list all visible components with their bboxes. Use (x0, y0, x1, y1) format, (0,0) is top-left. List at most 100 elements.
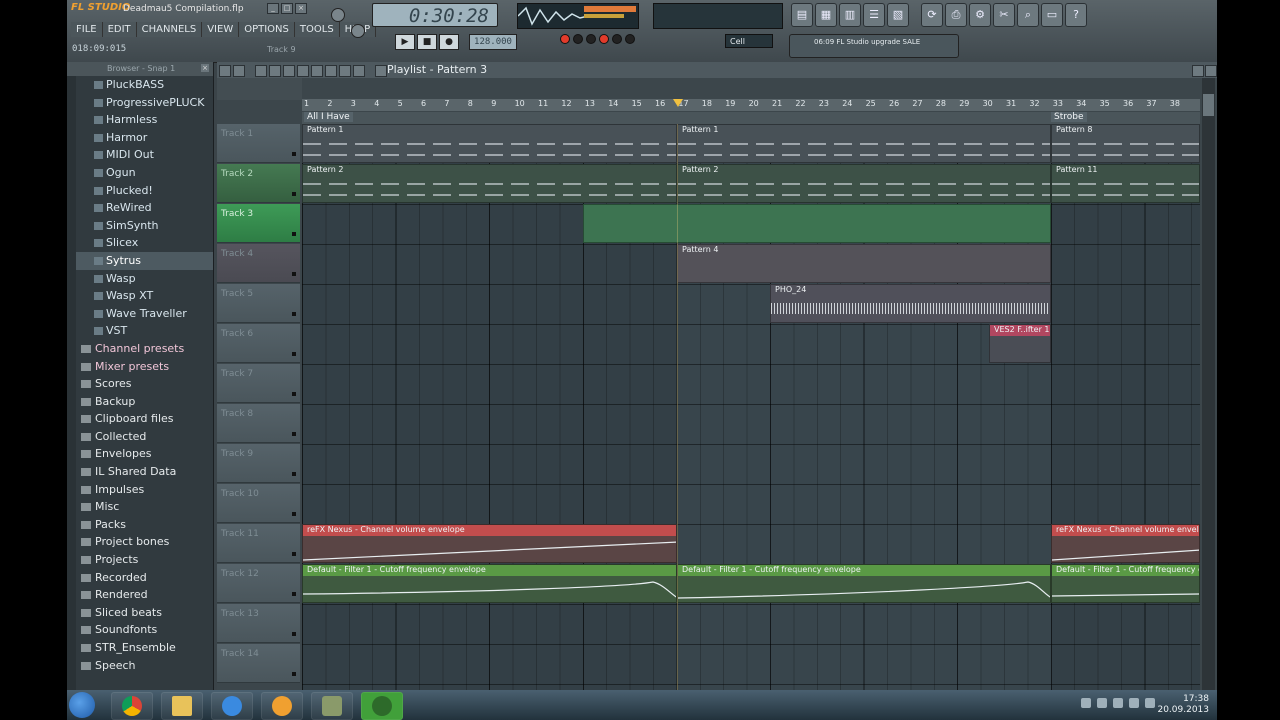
maximize-icon[interactable]: □ (281, 3, 293, 14)
browser-item[interactable]: Project bones (76, 533, 213, 551)
tray-arrow-icon[interactable] (1081, 698, 1091, 708)
app-taskbar-button[interactable] (311, 692, 353, 720)
track-mute-icon[interactable] (292, 472, 296, 476)
browser-close-icon[interactable]: × (201, 64, 209, 72)
playlist-close-icon[interactable] (1205, 65, 1217, 77)
browser-item[interactable]: Plucked! (76, 182, 213, 200)
delete-tool-icon[interactable] (283, 65, 295, 77)
track-header[interactable]: Track 12 (217, 564, 300, 603)
track-mute-icon[interactable] (292, 592, 296, 596)
track-header[interactable]: Track 13 (217, 604, 300, 643)
track-header[interactable]: Track 6 (217, 324, 300, 363)
master-volume-knob[interactable] (331, 8, 345, 22)
browser-item[interactable]: Collected (76, 428, 213, 446)
browser-item[interactable]: Wave Traveller (76, 305, 213, 323)
track-header[interactable]: Track 5 (217, 284, 300, 323)
mute-tool-icon[interactable] (297, 65, 309, 77)
track-mute-icon[interactable] (292, 272, 296, 276)
browser-item[interactable]: Ogun (76, 164, 213, 182)
menu-tools[interactable]: TOOLS (294, 22, 340, 37)
browser-window-icon[interactable]: ☰ (863, 3, 885, 27)
browser-item[interactable]: Wasp (76, 270, 213, 288)
record-led-icon[interactable] (560, 34, 570, 44)
draw-tool-icon[interactable] (255, 65, 267, 77)
render-icon[interactable]: ⎙ (945, 3, 967, 27)
paint-tool-icon[interactable] (269, 65, 281, 77)
track-mute-icon[interactable] (292, 552, 296, 556)
track-mute-icon[interactable] (292, 512, 296, 516)
browser-item[interactable]: ReWired (76, 199, 213, 217)
browser-item[interactable]: Impulses (76, 481, 213, 499)
step-sequencer-icon[interactable]: ▦ (815, 3, 837, 27)
track-header[interactable]: Track 10 (217, 484, 300, 523)
clock[interactable]: 17:38 20.09.2013 (1157, 694, 1209, 716)
tray-app-icon[interactable] (1097, 698, 1107, 708)
track-mute-icon[interactable] (292, 352, 296, 356)
menu-options[interactable]: OPTIONS (239, 22, 295, 37)
track-mute-icon[interactable] (292, 632, 296, 636)
track-header[interactable]: Track 14 (217, 644, 300, 683)
browser-item[interactable]: STR_Ensemble (76, 639, 213, 657)
play-button[interactable]: ▶ (395, 34, 415, 50)
track-mute-icon[interactable] (292, 312, 296, 316)
track-header[interactable]: Track 4 (217, 244, 300, 283)
browser-item[interactable]: Slicex (76, 234, 213, 252)
clip-pattern-4-group[interactable]: Pattern 4 (677, 244, 1051, 283)
track-header[interactable]: Track 11 (217, 524, 300, 563)
clip-cutoff-envelope[interactable]: Default - Filter 1 - Cutoff frequency en… (1051, 564, 1200, 603)
clip-volume-envelope[interactable]: reFX Nexus - Channel volume envelope (1051, 524, 1200, 563)
playlist-window-icon[interactable]: ▤ (791, 3, 813, 27)
chrome-taskbar-button[interactable] (111, 692, 153, 720)
track-header[interactable]: Track 9 (217, 444, 300, 483)
song-led-icon[interactable] (586, 34, 596, 44)
track-header[interactable]: Track 3 (217, 204, 300, 243)
network-icon[interactable] (1129, 698, 1139, 708)
browser-item[interactable]: Scores (76, 375, 213, 393)
clip-pattern-11[interactable]: Pattern 11 (1051, 164, 1200, 203)
blend-led-icon[interactable] (625, 34, 635, 44)
browser-item[interactable]: Soundfonts (76, 621, 213, 639)
browser-item[interactable]: PluckBASS (76, 76, 213, 94)
playhead-marker-icon[interactable] (673, 99, 683, 107)
start-button-icon[interactable] (69, 692, 95, 718)
track-mute-icon[interactable] (292, 232, 296, 236)
track-mute-icon[interactable] (292, 432, 296, 436)
track-header[interactable]: Track 8 (217, 404, 300, 443)
marker-strobe[interactable]: Strobe (1051, 112, 1087, 122)
stop-button[interactable]: ■ (417, 34, 437, 50)
help-icon[interactable]: ? (1065, 3, 1087, 27)
metronome-led-icon[interactable] (612, 34, 622, 44)
select-tool-icon[interactable] (325, 65, 337, 77)
clip-pattern-8[interactable]: Pattern 8 (1051, 124, 1200, 163)
mixer-window-icon[interactable]: ▧ (887, 3, 909, 27)
browser-item[interactable]: ProgressivePLUCK (76, 94, 213, 112)
master-pitch-knob[interactable] (351, 24, 365, 38)
menu-file[interactable]: FILE (71, 22, 103, 37)
tray-app-icon[interactable] (1113, 698, 1123, 708)
browser-item[interactable]: Harmless (76, 111, 213, 129)
browser-item[interactable]: Mixer presets (76, 358, 213, 376)
track-mute-icon[interactable] (292, 192, 296, 196)
browser-item[interactable]: Harmor (76, 129, 213, 147)
explorer-taskbar-button[interactable] (161, 692, 203, 720)
cpu-icon[interactable]: ⟳ (921, 3, 943, 27)
browser-item[interactable]: Sytrus (76, 251, 213, 270)
menu-channels[interactable]: CHANNELS (136, 22, 203, 37)
playlist-pin-icon[interactable] (233, 65, 245, 77)
record-button[interactable]: ● (439, 34, 459, 50)
clip-pattern-2[interactable]: Pattern 2 (677, 164, 1051, 203)
browser-item[interactable]: Projects (76, 551, 213, 569)
minimize-icon[interactable]: _ (267, 3, 279, 14)
browser-item[interactable]: Sliced beats (76, 604, 213, 622)
slice-tool-icon[interactable] (311, 65, 323, 77)
clip-cutoff-envelope[interactable]: Default - Filter 1 - Cutoff frequency en… (302, 564, 677, 603)
marker-all-i-have[interactable]: All I Have (304, 112, 353, 122)
close-icon[interactable]: × (295, 3, 307, 14)
hint-bar[interactable]: 06:09 FL Studio upgrade SALE (789, 34, 959, 58)
playback-tool-icon[interactable] (353, 65, 365, 77)
track-header[interactable]: Track 2 (217, 164, 300, 203)
volume-icon[interactable] (1145, 698, 1155, 708)
playlist-menu-icon[interactable] (219, 65, 231, 77)
browser-item[interactable]: MIDI Out (76, 146, 213, 164)
clip-pattern-1[interactable]: Pattern 1 (677, 124, 1051, 163)
